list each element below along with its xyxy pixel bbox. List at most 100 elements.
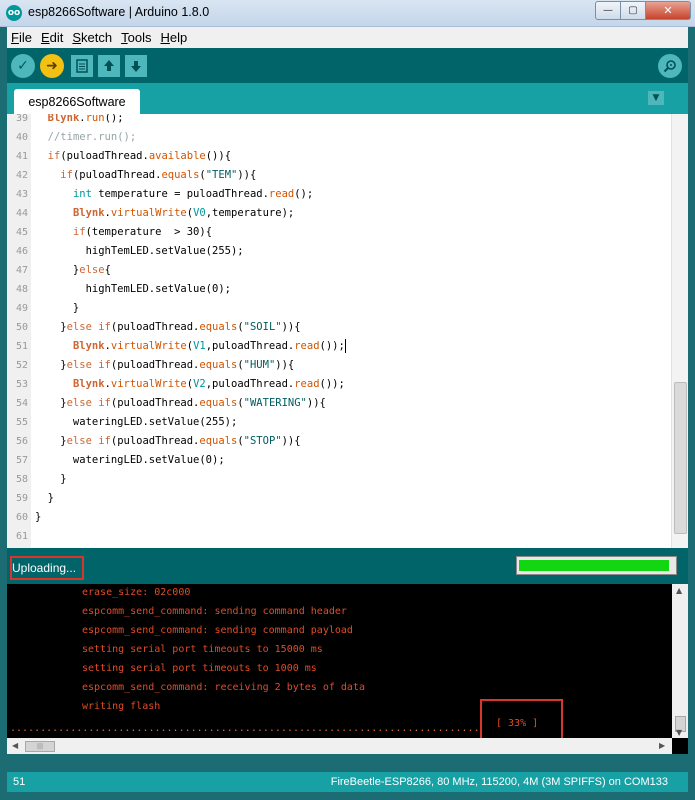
code-text: }else if(puloadThread.equals("WATERING")… (35, 397, 326, 409)
code-text: } (35, 302, 80, 314)
open-sketch-button[interactable] (98, 55, 120, 77)
code-text: if(temperature > 30){ (72, 226, 213, 238)
editor-scroll-thumb[interactable] (674, 382, 687, 534)
code-line: 47 }else{ (7, 261, 671, 280)
line-number: 41 (15, 151, 28, 162)
serial-monitor-icon (663, 60, 676, 73)
line-number: 61 (15, 531, 28, 542)
save-arrow-icon (131, 61, 141, 72)
menu-mnemonic: E (40, 30, 50, 45)
code-line: 48 highTemLED.setValue(0); (7, 280, 671, 299)
code-line: 59 } (7, 489, 671, 508)
window-controls: — ▢ ✕ (595, 1, 691, 20)
menu-mnemonic: S (72, 30, 82, 45)
console-line: setting serial port timeouts to 1000 ms (82, 663, 317, 674)
line-number: 48 (15, 284, 28, 295)
menu-tools[interactable]: Tools (117, 30, 155, 45)
highlight-box-status (10, 556, 84, 580)
code-line: 42 if(puloadThread.equals("TEM")){ (7, 166, 671, 185)
code-text: } (35, 492, 54, 504)
line-number: 60 (15, 512, 28, 523)
scroll-down-arrow-icon[interactable]: ▼ (676, 728, 682, 737)
scroll-up-arrow-icon[interactable]: ▲ (676, 586, 682, 595)
board-info: FireBeetle-ESP8266, 80 MHz, 115200, 4M (… (330, 776, 668, 788)
toolbar: ✓ ➜ (7, 48, 688, 83)
code-text: } (35, 473, 67, 485)
line-number: 39 (15, 114, 28, 124)
close-button[interactable]: ✕ (646, 1, 691, 20)
code-text: int temperature = puloadThread.read(); (72, 188, 314, 200)
code-text: //timer.run(); (47, 131, 137, 143)
new-sketch-button[interactable] (71, 55, 93, 77)
code-line: 50 }else if(puloadThread.equals("SOIL"))… (7, 318, 671, 337)
save-sketch-button[interactable] (125, 55, 147, 77)
code-line: 46 highTemLED.setValue(255); (7, 242, 671, 261)
menu-sketch[interactable]: Sketch (68, 30, 116, 45)
code-line: 61 (7, 527, 671, 546)
code-line: 57 wateringLED.setValue(0); (7, 451, 671, 470)
code-line: 58 } (7, 470, 671, 489)
code-text: } (35, 511, 42, 523)
tab-menu-button[interactable]: ▼ (648, 91, 664, 105)
status-area: Uploading... (7, 548, 688, 584)
menu-label-rest: ile (18, 30, 32, 45)
arrow-right-icon: ➜ (46, 58, 58, 74)
code-line: 52 }else if(puloadThread.equals("HUM")){ (7, 356, 671, 375)
upload-progress-bar (516, 556, 677, 575)
code-text: if(puloadThread.available()){ (47, 150, 232, 162)
serial-monitor-button[interactable] (658, 54, 682, 78)
maximize-button[interactable]: ▢ (621, 1, 646, 20)
console-vertical-scrollbar[interactable]: ▲ ▼ (672, 584, 688, 738)
code-line: 51 Blynk.virtualWrite(V1,puloadThread.re… (7, 337, 671, 356)
menu-label-rest: ools (127, 30, 152, 45)
console-line: espcomm_send_command: receiving 2 bytes … (82, 682, 365, 693)
menu-bar: File Edit Sketch Tools Help (7, 27, 688, 48)
line-number: 40 (15, 132, 28, 143)
line-number: 46 (15, 246, 28, 257)
code-text: Blynk.virtualWrite(V1,puloadThread.read(… (72, 339, 346, 353)
code-line: 41 if(puloadThread.available()){ (7, 147, 671, 166)
code-text: wateringLED.setValue(255); (35, 416, 238, 428)
scroll-left-arrow-icon[interactable]: ◀ (12, 741, 18, 750)
chevron-down-icon: ▼ (652, 93, 660, 103)
line-number: 55 (15, 417, 28, 428)
verify-button[interactable]: ✓ (11, 54, 35, 78)
console-line: setting serial port timeouts to 15000 ms (82, 644, 323, 655)
menu-file[interactable]: File (7, 30, 36, 45)
code-line: 53 Blynk.virtualWrite(V2,puloadThread.re… (7, 375, 671, 394)
scroll-right-arrow-icon[interactable]: ▶ (659, 741, 665, 750)
line-number: 45 (15, 227, 28, 238)
menu-label-rest: dit (49, 30, 64, 45)
code-line: 40 //timer.run(); (7, 128, 671, 147)
console-horizontal-scrollbar[interactable]: ◀ ||| ▶ (7, 738, 672, 754)
code-text: wateringLED.setValue(0); (35, 454, 225, 466)
minimize-button[interactable]: — (595, 1, 621, 20)
menu-help[interactable]: Help (156, 30, 191, 45)
code-text: highTemLED.setValue(0); (35, 283, 231, 295)
upload-progress-fill (519, 560, 669, 571)
menu-edit[interactable]: Edit (37, 30, 67, 45)
line-number: 51 (15, 341, 28, 352)
code-text: }else if(puloadThread.equals("SOIL")){ (35, 321, 301, 333)
new-file-icon (76, 59, 88, 73)
code-line: 54 }else if(puloadThread.equals("WATERIN… (7, 394, 671, 413)
tab-esp8266software[interactable]: esp8266Software (14, 89, 140, 114)
editor-scrollbar[interactable] (671, 114, 688, 548)
title-bar: oo esp8266Software | Arduino 1.8.0 — ▢ ✕ (0, 0, 695, 27)
open-arrow-icon (104, 60, 114, 71)
line-number: 58 (15, 474, 28, 485)
console-line: erase_size: 02c000 (82, 587, 191, 598)
upload-button[interactable]: ➜ (40, 54, 64, 78)
console-line: espcomm_send_command: sending command pa… (82, 625, 353, 636)
line-number: 56 (15, 436, 28, 447)
console-line: espcomm_send_command: sending command he… (82, 606, 347, 617)
code-editor[interactable]: 39 Blynk.run(); 40 //timer.run(); 41 if(pu… (7, 114, 688, 548)
code-text: Blynk.virtualWrite(V0,temperature); (72, 207, 295, 219)
bottom-status-bar: 51 FireBeetle-ESP8266, 80 MHz, 115200, 4… (7, 772, 688, 792)
code-line: 43 int temperature = puloadThread.read()… (7, 185, 671, 204)
console-horizontal-thumb[interactable]: ||| (25, 741, 55, 752)
code-text: }else{ (35, 264, 111, 276)
code-line: 56 }else if(puloadThread.equals("STOP"))… (7, 432, 671, 451)
code-text: highTemLED.setValue(255); (35, 245, 244, 257)
console-progress-dots: ........................................… (10, 723, 480, 734)
